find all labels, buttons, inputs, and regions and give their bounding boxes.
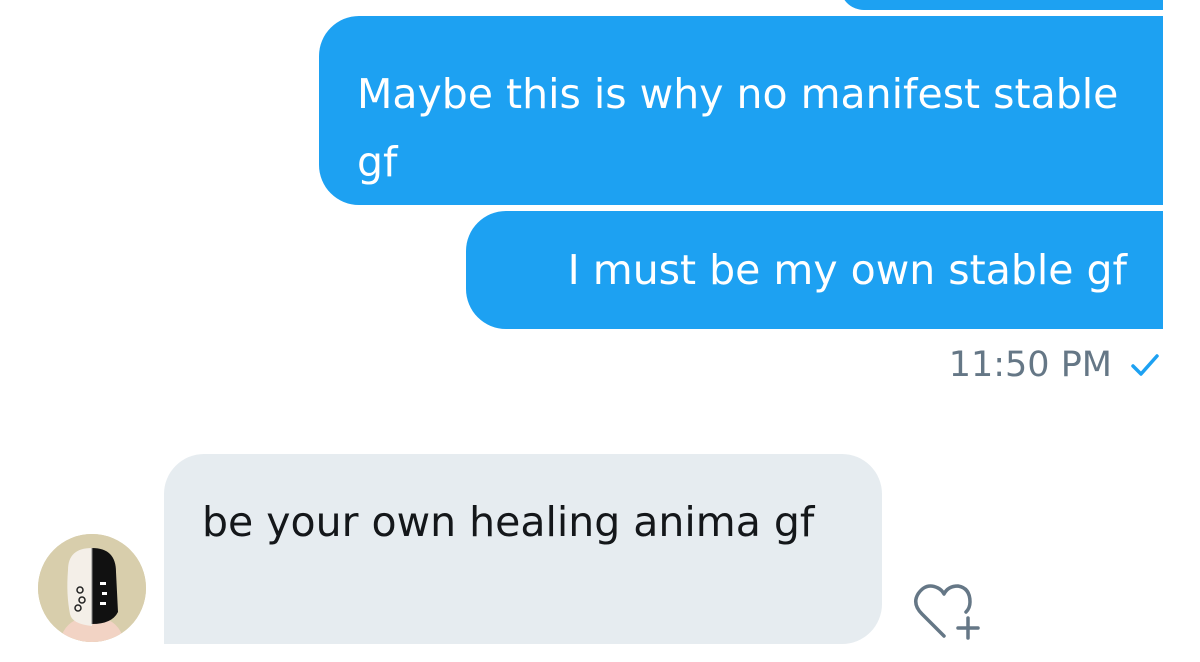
dm-conversation: Maybe this is why no manifest stable gf …	[0, 0, 1200, 662]
previous-outgoing-bubble[interactable]	[840, 0, 1163, 10]
avatar[interactable]	[38, 534, 146, 642]
message-text: be your own healing anima gf	[202, 498, 815, 546]
heart-plus-icon[interactable]	[908, 578, 982, 642]
message-timestamp: 11:50 PM	[948, 345, 1112, 385]
message-text: Maybe this is why no manifest stable gf	[357, 70, 1119, 186]
outgoing-message-bubble[interactable]: Maybe this is why no manifest stable gf	[319, 16, 1163, 205]
message-text: I must be my own stable gf	[567, 246, 1127, 294]
message-meta: 11:50 PM	[949, 345, 1162, 385]
checkmark-icon	[1131, 354, 1159, 376]
outgoing-message-bubble[interactable]: I must be my own stable gf	[466, 211, 1163, 329]
incoming-message-bubble[interactable]: be your own healing anima gf	[164, 454, 882, 644]
masked-figure-avatar-icon	[38, 534, 146, 642]
